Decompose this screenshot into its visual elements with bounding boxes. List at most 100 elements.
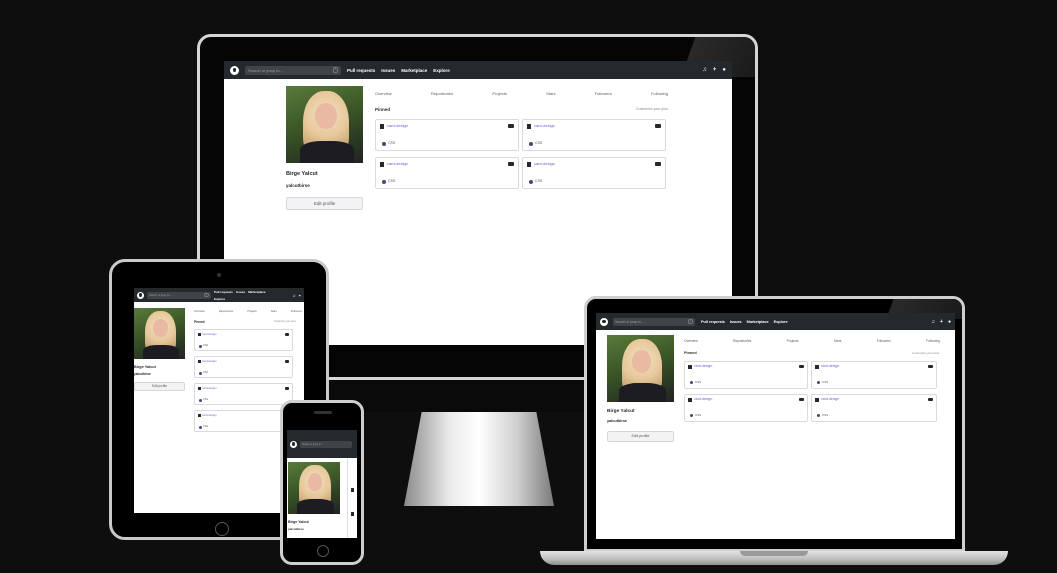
nav-icons: ♫ + ● xyxy=(702,67,726,73)
drag-handle-icon[interactable] xyxy=(655,124,661,128)
customize-pins-link[interactable]: Customize your pins xyxy=(274,320,296,323)
tab-following[interactable]: Following xyxy=(651,91,668,96)
customize-pins-link[interactable]: Customize your pins xyxy=(912,351,939,355)
phone-mockup: Search or jump to... Birge Yalcut yalcut… xyxy=(280,400,364,565)
tab-stars[interactable]: Stars xyxy=(834,339,842,343)
repo-icon xyxy=(198,333,201,336)
github-logo-icon[interactable] xyxy=(230,65,239,75)
repo-link[interactable]: card-design xyxy=(694,397,712,401)
tab-projects[interactable]: Projects xyxy=(247,310,256,313)
edit-profile-button[interactable]: Edit profile xyxy=(607,431,674,442)
tab-repositories[interactable]: Repositories xyxy=(431,91,453,96)
pinned-card[interactable]: card-design CSS xyxy=(194,383,293,405)
tab-projects[interactable]: Projects xyxy=(492,91,506,96)
tab-overview[interactable]: Overview xyxy=(684,339,698,343)
pinned-card[interactable]: card-design CSS xyxy=(375,157,519,189)
nav-issues[interactable]: Issues xyxy=(381,68,395,73)
tab-followers[interactable]: Followers xyxy=(291,310,302,313)
pinned-card[interactable]: card-design CSS xyxy=(811,394,937,422)
bell-icon[interactable]: ♫ xyxy=(702,67,707,73)
nav-explore[interactable]: Explore xyxy=(774,320,788,324)
drag-handle-icon[interactable] xyxy=(928,398,933,401)
repo-icon xyxy=(351,488,354,492)
tab-following[interactable]: Following xyxy=(926,339,940,343)
github-logo-icon[interactable] xyxy=(137,291,144,299)
tab-projects[interactable]: Projects xyxy=(787,339,799,343)
bell-icon[interactable]: ♫ xyxy=(931,319,935,325)
repo-link[interactable]: card-design xyxy=(202,359,217,363)
avatar-menu-icon[interactable]: ● xyxy=(948,319,951,325)
repo-link[interactable]: card-design xyxy=(202,386,217,390)
repo-icon xyxy=(815,365,819,369)
pinned-heading: Pinned xyxy=(684,351,697,355)
repo-icon xyxy=(198,387,201,390)
tab-stars[interactable]: Stars xyxy=(271,310,277,313)
nav-marketplace[interactable]: Marketplace xyxy=(401,68,427,73)
drag-handle-icon[interactable] xyxy=(285,360,289,363)
pinned-card[interactable]: card-design CSS xyxy=(522,119,666,151)
repo-link[interactable]: card-design xyxy=(534,161,555,166)
plus-icon[interactable]: + xyxy=(299,293,301,298)
drag-handle-icon[interactable] xyxy=(799,398,804,401)
drag-handle-icon[interactable] xyxy=(285,387,289,390)
repo-link[interactable]: card-design xyxy=(694,364,712,368)
search-input[interactable]: Search or jump to... / xyxy=(245,65,341,75)
plus-icon[interactable]: + xyxy=(713,67,717,73)
language-dot xyxy=(199,399,202,402)
language-dot xyxy=(382,142,386,146)
nav-pull-requests[interactable]: Pull requests xyxy=(214,290,233,294)
repo-link[interactable]: card-design xyxy=(821,397,839,401)
repo-link[interactable]: card-design xyxy=(821,364,839,368)
repo-link[interactable]: card-design xyxy=(387,161,408,166)
repo-link[interactable]: card-design xyxy=(387,123,408,128)
drag-handle-icon[interactable] xyxy=(508,162,514,166)
github-logo-icon[interactable] xyxy=(600,317,608,326)
pinned-card[interactable]: card-design CSS xyxy=(684,394,808,422)
drag-handle-icon[interactable] xyxy=(285,333,289,336)
drag-handle-icon[interactable] xyxy=(928,365,933,368)
customize-pins-link[interactable]: Customize your pins xyxy=(636,107,668,111)
pinned-card[interactable]: card-design CSS xyxy=(194,356,293,378)
drag-handle-icon[interactable] xyxy=(799,365,804,368)
pinned-card[interactable]: card-design CSS xyxy=(522,157,666,189)
avatar-menu-icon[interactable]: ● xyxy=(722,67,726,73)
nav-pull-requests[interactable]: Pull requests xyxy=(347,68,375,73)
tab-followers[interactable]: Followers xyxy=(595,91,612,96)
repo-link[interactable]: card-design xyxy=(534,123,555,128)
plus-icon[interactable]: + xyxy=(940,319,943,325)
nav-explore[interactable]: Explore xyxy=(214,297,225,301)
tab-followers[interactable]: Followers xyxy=(877,339,891,343)
bell-icon[interactable]: ♫ xyxy=(293,293,296,298)
tab-overview[interactable]: Overview xyxy=(194,310,205,313)
search-input[interactable]: Search or jump to... / xyxy=(147,291,211,299)
pinned-card[interactable]: card-design CSS xyxy=(684,361,808,389)
github-logo-icon[interactable] xyxy=(290,440,297,448)
pinned-card[interactable]: card-design CSS xyxy=(194,410,293,432)
nav-pull-requests[interactable]: Pull requests xyxy=(701,320,725,324)
nav-marketplace[interactable]: Marketplace xyxy=(248,290,265,294)
language-dot xyxy=(529,180,533,184)
edit-profile-button[interactable]: Edit profile xyxy=(286,197,363,210)
edit-profile-button[interactable]: Edit profile xyxy=(134,382,185,391)
nav-icons: ♫ + xyxy=(293,293,301,298)
drag-handle-icon[interactable] xyxy=(655,162,661,166)
repo-link[interactable]: card-design xyxy=(202,332,217,336)
tab-repositories[interactable]: Repositories xyxy=(219,310,233,313)
pinned-card[interactable]: card-design CSS xyxy=(375,119,519,151)
nav-explore[interactable]: Explore xyxy=(433,68,450,73)
search-input[interactable]: Search or jump to... xyxy=(300,440,352,448)
pinned-card[interactable]: card-design CSS xyxy=(811,361,937,389)
phone-speaker xyxy=(314,411,332,414)
tab-repositories[interactable]: Repositories xyxy=(733,339,751,343)
search-input[interactable]: Search or jump to... / xyxy=(613,317,695,326)
repo-icon xyxy=(688,398,692,402)
pinned-card[interactable]: card-design CSS xyxy=(194,329,293,351)
tab-stars[interactable]: Stars xyxy=(546,91,555,96)
nav-issues[interactable]: Issues xyxy=(236,290,245,294)
nav-issues[interactable]: Issues xyxy=(730,320,742,324)
nav-marketplace[interactable]: Marketplace xyxy=(747,320,769,324)
tab-overview[interactable]: Overview xyxy=(375,91,392,96)
language-dot xyxy=(199,345,202,348)
drag-handle-icon[interactable] xyxy=(508,124,514,128)
repo-link[interactable]: card-design xyxy=(202,413,217,417)
